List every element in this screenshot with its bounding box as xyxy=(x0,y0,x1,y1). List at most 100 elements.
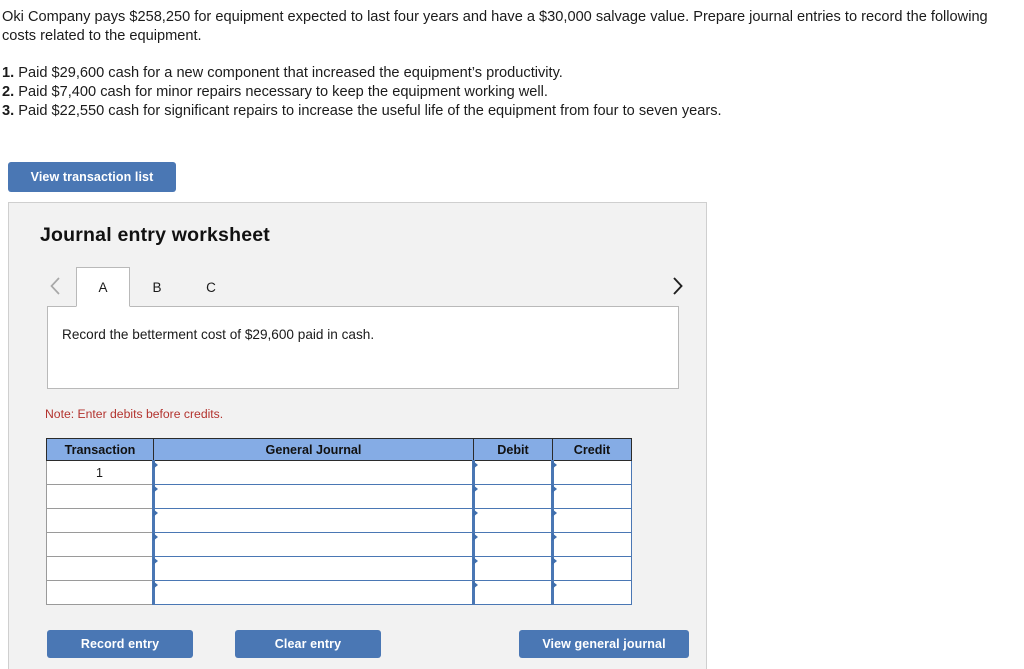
credit-input[interactable] xyxy=(554,485,631,508)
tab-a-label: A xyxy=(98,279,108,295)
general-journal-input[interactable] xyxy=(155,461,472,484)
credit-input[interactable] xyxy=(554,581,631,604)
debit-input[interactable] xyxy=(475,557,551,580)
problem-item-2-text: Paid $7,400 cash for minor repairs neces… xyxy=(18,84,548,100)
cell-marker-icon xyxy=(552,485,557,493)
problem-item-2: 2. Paid $7,400 cash for minor repairs ne… xyxy=(2,83,1014,102)
chevron-right-icon[interactable] xyxy=(666,272,688,300)
table-row: 1 xyxy=(46,460,632,485)
cell-marker-icon xyxy=(473,557,478,565)
cell-marker-icon xyxy=(153,581,158,589)
table-row xyxy=(46,484,632,509)
table-header-row: Transaction General Journal Debit Credit xyxy=(46,438,632,461)
general-journal-input[interactable] xyxy=(155,533,472,556)
record-entry-button[interactable]: Record entry xyxy=(47,630,193,658)
table-row xyxy=(46,508,632,533)
credit-cell[interactable] xyxy=(551,484,632,509)
general-journal-input[interactable] xyxy=(155,485,472,508)
debit-cell[interactable] xyxy=(472,580,553,605)
debit-cell[interactable] xyxy=(472,556,553,581)
cell-marker-icon xyxy=(473,461,478,469)
problem-item-3: 3. Paid $22,550 cash for significant rep… xyxy=(2,102,1014,121)
cell-marker-icon xyxy=(473,485,478,493)
transaction-number-cell xyxy=(46,580,154,605)
debit-cell[interactable] xyxy=(472,508,553,533)
transaction-prompt-box: Record the betterment cost of $29,600 pa… xyxy=(47,306,679,389)
transaction-prompt-text: Record the betterment cost of $29,600 pa… xyxy=(62,327,375,342)
problem-statement: Oki Company pays $258,250 for equipment … xyxy=(2,8,1014,121)
cell-marker-icon xyxy=(552,533,557,541)
debit-input[interactable] xyxy=(475,485,551,508)
credit-input[interactable] xyxy=(554,533,631,556)
problem-item-1: 1. Paid $29,600 cash for a new component… xyxy=(2,64,1014,83)
credit-input[interactable] xyxy=(554,461,631,484)
cell-marker-icon xyxy=(473,533,478,541)
table-row xyxy=(46,580,632,605)
debit-cell[interactable] xyxy=(472,460,553,485)
credit-cell[interactable] xyxy=(551,508,632,533)
general-journal-cell[interactable] xyxy=(152,508,474,533)
credit-cell[interactable] xyxy=(551,556,632,581)
chevron-left-icon[interactable] xyxy=(44,272,66,300)
general-journal-input[interactable] xyxy=(155,581,472,604)
journal-entry-worksheet-panel: Journal entry worksheet A B C Record the… xyxy=(8,202,707,669)
transaction-number-cell xyxy=(46,556,154,581)
transaction-number-cell: 1 xyxy=(46,460,154,485)
debit-input[interactable] xyxy=(475,581,551,604)
cell-marker-icon xyxy=(473,509,478,517)
view-transaction-list-button[interactable]: View transaction list xyxy=(8,162,176,192)
transaction-number-cell xyxy=(46,532,154,557)
general-journal-cell[interactable] xyxy=(152,556,474,581)
column-header-debit: Debit xyxy=(473,438,553,461)
cell-marker-icon xyxy=(552,509,557,517)
worksheet-tabstrip: A B C xyxy=(40,266,688,307)
general-journal-cell[interactable] xyxy=(152,460,474,485)
debit-input[interactable] xyxy=(475,461,551,484)
worksheet-tabs: A B C xyxy=(76,266,238,307)
credit-cell[interactable] xyxy=(551,532,632,557)
general-journal-input[interactable] xyxy=(155,557,472,580)
table-row xyxy=(46,556,632,581)
credit-input[interactable] xyxy=(554,509,631,532)
debits-before-credits-note: Note: Enter debits before credits. xyxy=(45,407,224,421)
credit-input[interactable] xyxy=(554,557,631,580)
debit-input[interactable] xyxy=(475,509,551,532)
tab-c-label: C xyxy=(206,280,216,295)
problem-intro: Oki Company pays $258,250 for equipment … xyxy=(2,9,988,44)
view-general-journal-button[interactable]: View general journal xyxy=(519,630,689,658)
cell-marker-icon xyxy=(552,461,557,469)
general-journal-cell[interactable] xyxy=(152,532,474,557)
problem-item-2-number: 2. xyxy=(2,84,15,100)
credit-cell[interactable] xyxy=(551,580,632,605)
debit-cell[interactable] xyxy=(472,484,553,509)
column-header-transaction: Transaction xyxy=(46,438,154,461)
cell-marker-icon xyxy=(153,461,158,469)
cell-marker-icon xyxy=(153,557,158,565)
general-journal-cell[interactable] xyxy=(152,580,474,605)
page-title: Journal entry worksheet xyxy=(40,224,271,246)
clear-entry-button[interactable]: Clear entry xyxy=(235,630,381,658)
cell-marker-icon xyxy=(473,581,478,589)
journal-entry-table: Transaction General Journal Debit Credit… xyxy=(46,438,632,605)
cell-marker-icon xyxy=(552,557,557,565)
tab-a[interactable]: A xyxy=(76,267,130,307)
tab-c[interactable]: C xyxy=(184,267,238,307)
cell-marker-icon xyxy=(153,485,158,493)
cell-marker-icon xyxy=(552,581,557,589)
table-row xyxy=(46,532,632,557)
cell-marker-icon xyxy=(153,533,158,541)
problem-item-3-text: Paid $22,550 cash for significant repair… xyxy=(18,103,722,119)
credit-cell[interactable] xyxy=(551,460,632,485)
cell-marker-icon xyxy=(153,509,158,517)
problem-item-1-number: 1. xyxy=(2,65,15,81)
problem-item-1-text: Paid $29,600 cash for a new component th… xyxy=(18,65,563,81)
general-journal-cell[interactable] xyxy=(152,484,474,509)
tab-b-label: B xyxy=(152,280,162,295)
tab-b[interactable]: B xyxy=(130,267,184,307)
debit-cell[interactable] xyxy=(472,532,553,557)
general-journal-input[interactable] xyxy=(155,509,472,532)
debit-input[interactable] xyxy=(475,533,551,556)
transaction-number-cell xyxy=(46,484,154,509)
column-header-credit: Credit xyxy=(552,438,632,461)
column-header-general-journal: General Journal xyxy=(153,438,474,461)
